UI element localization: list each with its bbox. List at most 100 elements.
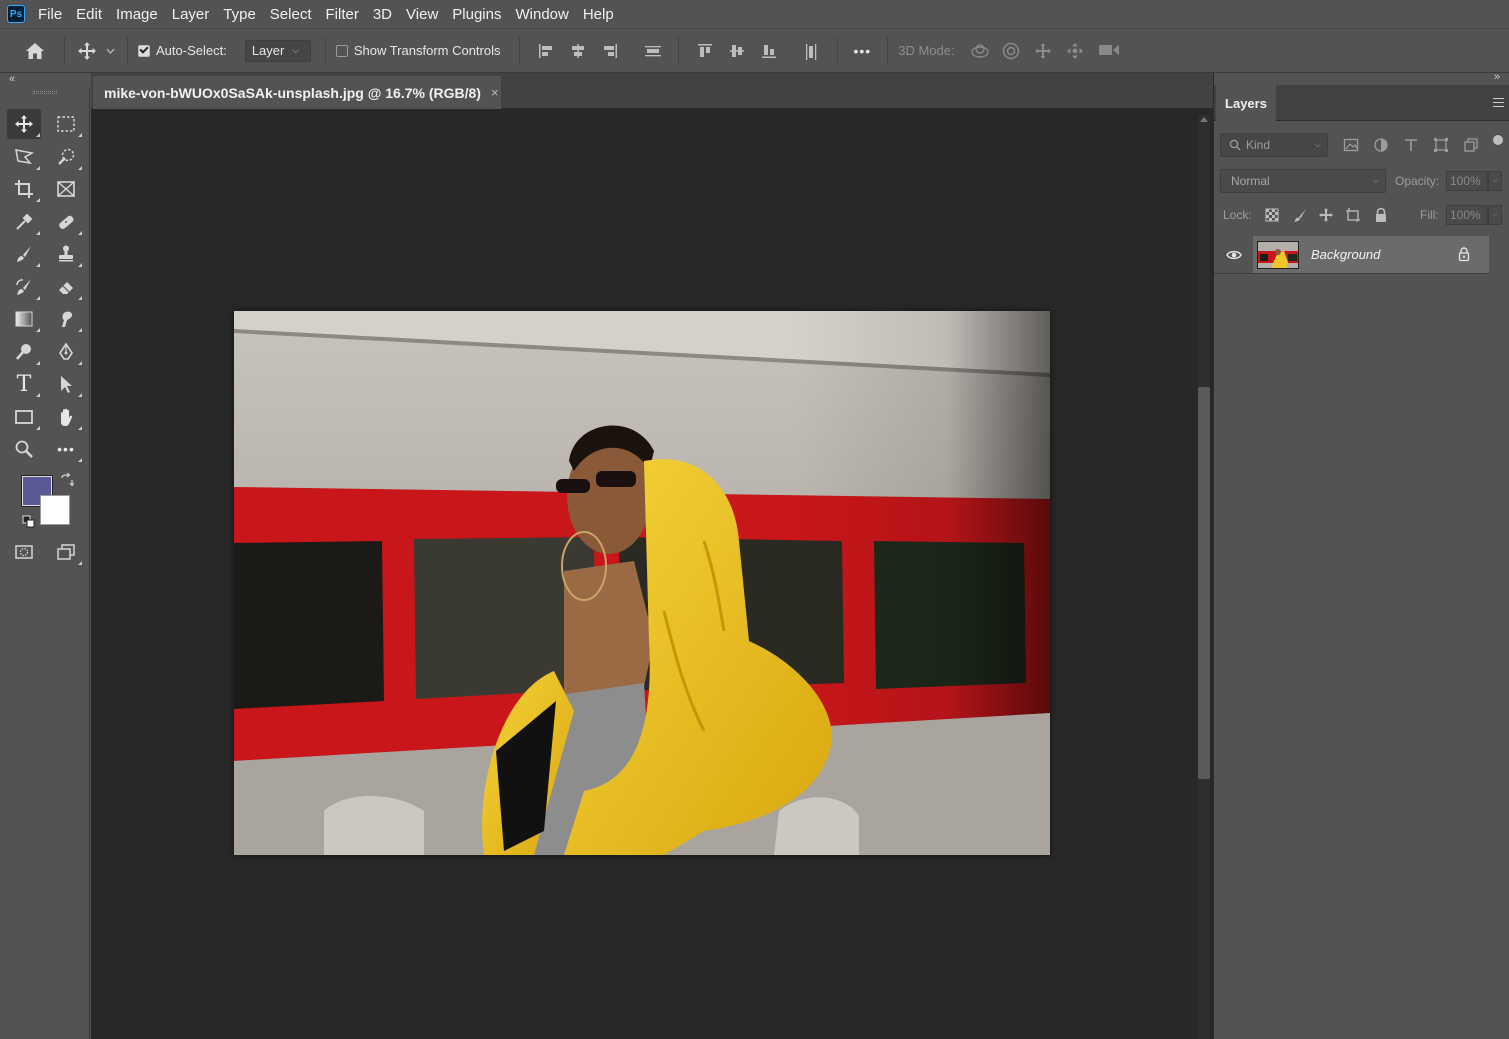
dodge-tool[interactable] [7, 337, 41, 367]
pen-tool[interactable] [49, 337, 83, 367]
path-selection-tool[interactable] [49, 369, 83, 399]
layer-lock-icon[interactable] [1457, 246, 1471, 262]
menu-help[interactable]: Help [583, 6, 614, 23]
fill-slider-toggle[interactable]: ⌵ [1488, 205, 1502, 225]
roll-3d-icon[interactable] [1002, 42, 1020, 60]
collapse-toolbar-button[interactable]: « [9, 73, 15, 85]
shape-layer-filter-icon[interactable] [1433, 137, 1449, 153]
orbit-3d-icon[interactable] [970, 42, 989, 60]
swap-colors-icon[interactable] [60, 472, 75, 487]
menu-file[interactable]: File [38, 6, 62, 23]
toolbar-collapse-bar: « [0, 73, 90, 87]
toolbar-grip[interactable] [33, 91, 57, 94]
align-left-edges-icon[interactable] [538, 43, 554, 59]
scrollbar-thumb[interactable] [1198, 387, 1210, 779]
align-right-edges-icon[interactable] [602, 43, 618, 59]
lock-artboards-icon[interactable] [1345, 207, 1361, 223]
zoom-tool[interactable] [7, 434, 41, 464]
default-colors-icon[interactable] [22, 515, 36, 529]
layer-row[interactable]: Background [1215, 236, 1489, 273]
adjustment-layer-filter-icon[interactable] [1373, 137, 1389, 153]
distribute-vertical-spacing-icon[interactable] [644, 43, 661, 59]
opacity-label: Opacity: [1395, 174, 1440, 188]
scale-3d-camera-icon[interactable] [1098, 42, 1119, 60]
eyedropper-tool[interactable] [7, 207, 41, 237]
lock-position-icon[interactable] [1318, 207, 1334, 223]
menu-window[interactable]: Window [515, 6, 568, 23]
scroll-up-icon[interactable] [1200, 117, 1208, 122]
tab-layers[interactable]: Layers [1216, 85, 1276, 121]
smart-object-filter-icon[interactable] [1463, 137, 1479, 153]
opacity-input[interactable]: 100% [1446, 171, 1488, 191]
distribute-horizontal-spacing-icon[interactable] [803, 43, 819, 60]
lock-label: Lock: [1223, 208, 1252, 222]
canvas-image[interactable] [234, 311, 1050, 855]
healing-brush-tool[interactable] [49, 207, 83, 237]
layer-visibility-toggle[interactable] [1215, 236, 1252, 273]
document-tab[interactable]: mike-von-bWUOx0SaSAk-unsplash.jpg @ 16.7… [93, 76, 501, 109]
close-icon[interactable]: × [491, 85, 499, 100]
home-icon[interactable] [20, 36, 50, 66]
align-top-edges-icon[interactable] [697, 43, 713, 59]
separator [64, 36, 65, 65]
opacity-slider-toggle[interactable]: ⌵ [1488, 171, 1502, 191]
quick-selection-tool[interactable] [49, 142, 83, 172]
vertical-scrollbar[interactable] [1195, 109, 1213, 1039]
menu-edit[interactable]: Edit [76, 6, 102, 23]
tool-group-indicator [36, 296, 40, 300]
move-tool-preset-icon[interactable] [75, 39, 99, 63]
crop-tool[interactable] [7, 174, 41, 204]
lock-transparent-pixels-icon[interactable] [1264, 207, 1280, 223]
type-layer-filter-icon[interactable] [1403, 137, 1419, 153]
layer-filter-toggle[interactable] [1493, 135, 1503, 145]
align-horizontal-centers-icon[interactable] [570, 43, 586, 59]
show-transform-controls-checkbox[interactable] [335, 44, 348, 57]
app-logo[interactable]: Ps [7, 5, 25, 23]
rectangular-marquee-tool[interactable] [49, 109, 83, 139]
slide-3d-icon[interactable] [1066, 42, 1084, 60]
auto-select-target-dropdown[interactable]: Layer ⌵ [244, 39, 311, 62]
eraser-tool[interactable] [49, 272, 83, 302]
align-bottom-edges-icon[interactable] [761, 43, 777, 59]
pixel-layer-filter-icon[interactable] [1343, 137, 1359, 153]
background-color-swatch[interactable] [40, 495, 70, 525]
layer-filter-kind-dropdown[interactable]: Kind ⌵ [1220, 133, 1328, 157]
more-options-button[interactable]: ••• [854, 43, 872, 59]
collapse-panels-button[interactable]: » [1494, 71, 1500, 83]
menu-3d[interactable]: 3D [373, 6, 392, 23]
quick-mask-mode-button[interactable] [7, 537, 41, 567]
gradient-tool[interactable] [7, 304, 41, 334]
tool-group-indicator [78, 361, 82, 365]
lasso-tool[interactable] [7, 142, 41, 172]
move-tool[interactable] [7, 109, 41, 139]
menu-view[interactable]: View [406, 6, 438, 23]
menu-image[interactable]: Image [116, 6, 158, 23]
frame-tool[interactable] [49, 174, 83, 204]
pan-3d-icon[interactable] [1034, 42, 1052, 60]
smudge-tool[interactable] [49, 304, 83, 334]
separator [677, 36, 679, 65]
fill-input[interactable]: 100% [1446, 205, 1488, 225]
brush-tool[interactable] [7, 239, 41, 269]
screen-mode-button[interactable] [49, 537, 83, 567]
chevron-down-icon[interactable] [103, 44, 117, 58]
edit-toolbar-button[interactable]: ••• [49, 434, 83, 464]
menu-filter[interactable]: Filter [326, 6, 359, 23]
panel-menu-icon[interactable] [1493, 98, 1504, 107]
rectangle-tool[interactable] [7, 402, 41, 432]
menu-select[interactable]: Select [270, 6, 312, 23]
layer-name[interactable]: Background [1311, 247, 1380, 262]
menu-plugins[interactable]: Plugins [452, 6, 501, 23]
lock-all-icon[interactable] [1373, 207, 1389, 223]
hand-tool[interactable] [49, 402, 83, 432]
history-brush-tool[interactable] [7, 272, 41, 302]
align-vertical-centers-icon[interactable] [729, 43, 745, 59]
auto-select-checkbox[interactable] [138, 44, 150, 57]
blend-mode-dropdown[interactable]: Normal ⌵ [1220, 169, 1386, 193]
clone-stamp-tool[interactable] [49, 239, 83, 269]
menu-layer[interactable]: Layer [172, 6, 210, 23]
type-tool[interactable]: T [7, 369, 41, 399]
lock-image-pixels-icon[interactable] [1292, 207, 1308, 223]
menu-type[interactable]: Type [223, 6, 256, 23]
separator [836, 36, 838, 65]
